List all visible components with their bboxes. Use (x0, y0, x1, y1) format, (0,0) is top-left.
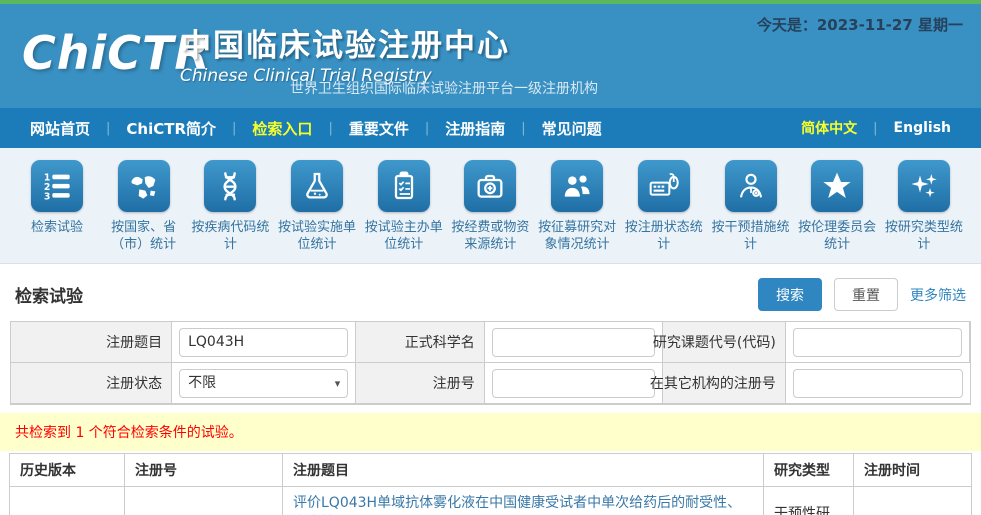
registration-number-cell: ChiCTR2300069500 (125, 487, 283, 515)
registration-date-cell: 2023/03/20 (854, 487, 972, 515)
stat-item-by-recruitment[interactable]: 按征募研究对象情况统计 (534, 160, 620, 263)
registration-title-cell: 评价LQ043H单域抗体雾化液在中国健康受试者中单次给药后的耐受性、安全性、..… (283, 487, 764, 515)
nav-item-about[interactable]: ChiCTR简介 (110, 118, 232, 139)
stat-item-label: 按疾病代码统计 (187, 219, 273, 253)
language-switch: 简体中文 | English (785, 118, 967, 138)
site-title-chinese: 中国临床试验注册中心 (180, 20, 510, 65)
doctor-icon (725, 160, 777, 212)
registration-number-cell (485, 363, 663, 404)
stat-item-by-implementing-unit[interactable]: 按试验实施单位统计 (274, 160, 360, 263)
trial-title-link[interactable]: 评价LQ043H单域抗体雾化液在中国健康受试者中单次给药后的耐受性、安全性、..… (293, 493, 753, 515)
dna-icon (204, 160, 256, 212)
star-icon (811, 160, 863, 212)
table-row: 历史版本 ChiCTR2300069500 评价LQ043H单域抗体雾化液在中国… (10, 487, 972, 515)
study-code-label: 研究课题代号(代码) (663, 322, 786, 363)
stat-item-label: 按试验实施单位统计 (274, 219, 360, 253)
stat-item-label: 按注册状态统计 (621, 219, 707, 253)
scientific-name-cell (485, 322, 663, 363)
registration-status-cell: 不限 ▾ (172, 363, 356, 404)
stat-item-label: 按伦理委员会统计 (794, 219, 880, 253)
numbered-list-icon: 123 (31, 160, 83, 212)
history-version-cell: 历史版本 (10, 487, 125, 515)
current-date: 今天是：2023-11-27 星期一 (757, 14, 963, 35)
people-group-icon (551, 160, 603, 212)
more-filters-link[interactable]: 更多筛选 (910, 285, 966, 305)
lang-simplified-chinese[interactable]: 简体中文 (785, 118, 873, 138)
statistics-icon-strip: 123 检索试验 按国家、省（市）统计 按疾病代码统计 按试验实施单位统计 按试… (0, 148, 981, 264)
stat-item-search-trials[interactable]: 123 检索试验 (14, 160, 100, 263)
main-navigation: 网站首页 | ChiCTR简介 | 检索入口 | 重要文件 | 注册指南 | 常… (0, 108, 981, 148)
svg-text:3: 3 (44, 191, 51, 202)
stat-item-label: 按研究类型统计 (881, 219, 967, 253)
site-tagline: 世界卫生组织国际临床试验注册平台一级注册机构 (290, 78, 598, 98)
stat-item-by-intervention[interactable]: 按干预措施统计 (708, 160, 794, 263)
nav-item-guide[interactable]: 注册指南 (429, 118, 521, 139)
results-table: 历史版本 注册号 注册题目 研究类型 注册时间 历史版本 ChiCTR23000… (9, 453, 972, 515)
registration-status-select[interactable]: 不限 (179, 369, 348, 398)
stat-item-label: 按试验主办单位统计 (361, 219, 447, 253)
registration-title-input[interactable] (179, 328, 348, 357)
column-study-type: 研究类型 (764, 454, 854, 487)
other-registry-number-label: 在其它机构的注册号 (663, 363, 786, 404)
search-actions: 搜索 重置 更多筛选 (758, 278, 966, 311)
stat-item-by-country[interactable]: 按国家、省（市）统计 (101, 160, 187, 263)
registration-status-label: 注册状态 (11, 363, 172, 404)
stat-item-label: 检索试验 (14, 219, 100, 236)
nav-item-faq[interactable]: 常见问题 (526, 118, 618, 139)
registration-title-cell (172, 322, 356, 363)
stat-item-by-sponsor-unit[interactable]: 按试验主办单位统计 (361, 160, 447, 263)
stat-item-by-ethics-committee[interactable]: 按伦理委员会统计 (794, 160, 880, 263)
reset-button[interactable]: 重置 (834, 278, 898, 311)
other-registry-number-input[interactable] (793, 369, 963, 398)
results-header-row: 历史版本 注册号 注册题目 研究类型 注册时间 (10, 454, 972, 487)
study-code-input[interactable] (793, 328, 962, 357)
scientific-name-input[interactable] (492, 328, 655, 357)
search-button[interactable]: 搜索 (758, 278, 822, 311)
site-titles: 中国临床试验注册中心 Chinese Clinical Trial Regist… (180, 20, 510, 86)
stat-item-by-study-type[interactable]: 按研究类型统计 (881, 160, 967, 263)
results-summary: 共检索到 1 个符合检索条件的试验。 (0, 413, 981, 451)
study-code-cell (786, 322, 970, 363)
stat-item-by-funding-source[interactable]: 按经费或物资来源统计 (447, 160, 533, 263)
world-map-icon (118, 160, 170, 212)
flask-icon (291, 160, 343, 212)
stat-item-label: 按国家、省（市）统计 (101, 219, 187, 253)
search-form: 注册题目 正式科学名 研究课题代号(代码) 注册状态 不限 ▾ 注册号 在其它机… (10, 321, 971, 405)
column-history-version: 历史版本 (10, 454, 125, 487)
stat-item-label: 按征募研究对象情况统计 (534, 219, 620, 253)
sparkles-icon (898, 160, 950, 212)
search-section: 检索试验 搜索 重置 更多筛选 注册题目 正式科学名 研究课题代号(代码) 注册… (0, 264, 981, 405)
search-section-header: 检索试验 搜索 重置 更多筛选 (0, 264, 981, 321)
stat-item-by-disease-code[interactable]: 按疾病代码统计 (187, 160, 273, 263)
nav-item-home[interactable]: 网站首页 (14, 118, 106, 139)
stat-item-by-registration-status[interactable]: 按注册状态统计 (621, 160, 707, 263)
stat-item-label: 按经费或物资来源统计 (447, 219, 533, 253)
registration-title-label: 注册题目 (11, 322, 172, 363)
stat-item-label: 按干预措施统计 (708, 219, 794, 253)
column-registration-date: 注册时间 (854, 454, 972, 487)
other-registry-number-cell (786, 363, 970, 404)
medical-bag-icon (464, 160, 516, 212)
section-title: 检索试验 (15, 282, 83, 307)
registration-number-input[interactable] (492, 369, 655, 398)
scientific-name-label: 正式科学名 (356, 322, 485, 363)
nav-item-search-portal[interactable]: 检索入口 (236, 118, 328, 139)
lang-english[interactable]: English (878, 120, 967, 136)
nav-item-documents[interactable]: 重要文件 (333, 118, 425, 139)
study-type-cell: 干预性研究 (764, 487, 854, 515)
keyboard-mouse-icon (638, 160, 690, 212)
site-header: ChiCTR 中国临床试验注册中心 Chinese Clinical Trial… (0, 4, 981, 108)
column-registration-number: 注册号 (125, 454, 283, 487)
clipboard-checklist-icon (378, 160, 430, 212)
column-registration-title: 注册题目 (283, 454, 764, 487)
registration-number-label: 注册号 (356, 363, 485, 404)
